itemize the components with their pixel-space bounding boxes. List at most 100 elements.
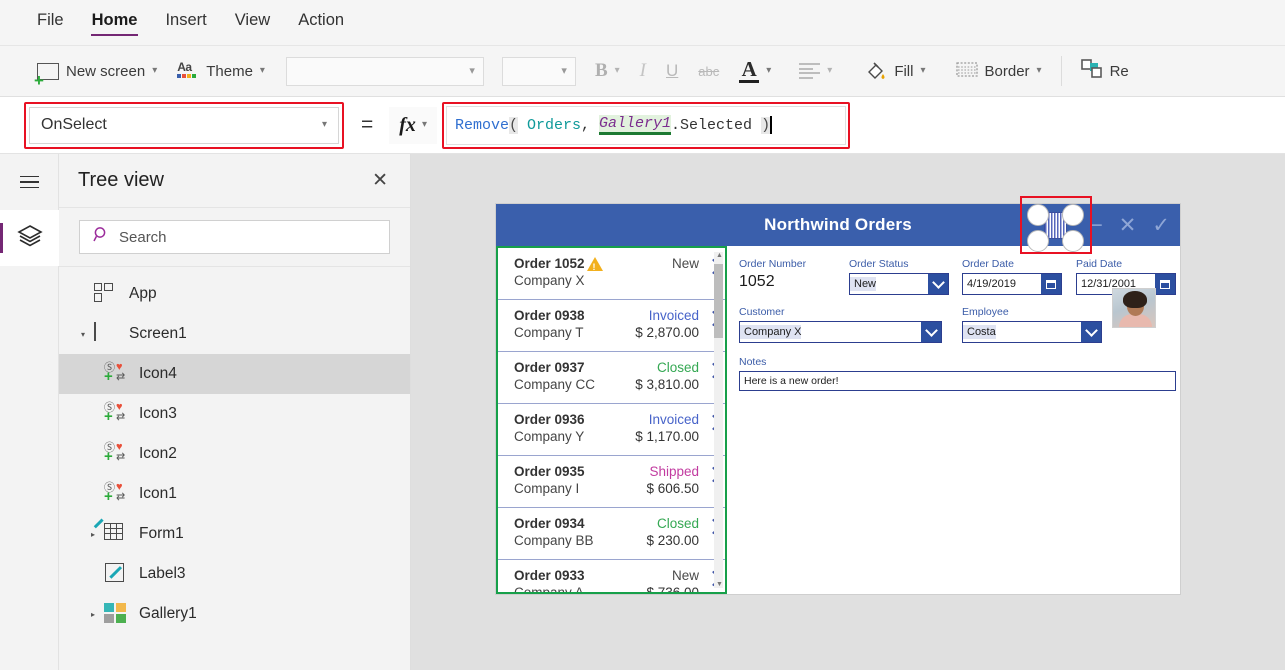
fill-bucket-icon: [866, 61, 887, 81]
chevron-down-icon: ▾: [561, 64, 567, 77]
gallery-item[interactable]: Order 0933 Company A New $ 736.00: [498, 560, 725, 594]
chevron-down-icon: ▾: [920, 65, 926, 76]
orders-gallery[interactable]: Order 1052 Company X New Order 0938 Comp…: [496, 246, 727, 594]
menu-item-file[interactable]: File: [36, 9, 65, 36]
confirm-icon[interactable]: ✓: [1152, 215, 1170, 236]
gallery-item[interactable]: Order 0938 Company T Invoiced $ 2,870.00: [498, 300, 725, 352]
scrollbar-thumb[interactable]: [714, 264, 723, 338]
app-header-actions: − ✕ ✓: [1091, 204, 1170, 246]
scroll-down-icon[interactable]: ▼: [716, 581, 723, 588]
tree-view-rail-button[interactable]: [0, 210, 59, 266]
tree-item-icon1[interactable]: Ⓢ ♥ + ⇄ Icon1: [59, 474, 410, 514]
search-icon: [93, 226, 110, 248]
screen-icon: [94, 322, 120, 345]
resize-handle-top-left[interactable]: [1027, 204, 1049, 226]
menu-item-insert[interactable]: Insert: [164, 9, 207, 36]
gallery-item[interactable]: Order 0935 Company I Shipped $ 606.50: [498, 456, 725, 508]
tree-item-gallery1[interactable]: ▸ Gallery1: [59, 594, 410, 634]
fx-button[interactable]: fx ▾: [389, 106, 437, 144]
gallery-item[interactable]: Order 0934 Company BB Closed $ 230.00: [498, 508, 725, 560]
new-screen-label: New screen: [66, 62, 146, 80]
twisty-collapsed-icon[interactable]: ▸: [82, 610, 104, 619]
calendar-icon[interactable]: [1041, 274, 1061, 294]
cancel-icon[interactable]: ✕: [1119, 215, 1137, 236]
order-number-value: 1052: [739, 273, 775, 290]
font-color-button[interactable]: A ▾: [730, 52, 780, 90]
strikethrough-button[interactable]: abc: [689, 52, 728, 90]
order-status-dropdown[interactable]: New: [849, 273, 949, 295]
employee-avatar: [1112, 288, 1156, 328]
menu-item-home[interactable]: Home: [90, 9, 139, 36]
menu-item-view[interactable]: View: [234, 9, 271, 36]
font-family-select[interactable]: ▾: [285, 56, 484, 86]
bold-button[interactable]: B ▾: [586, 52, 629, 90]
employee-value: Costa: [963, 325, 996, 339]
resize-handle-bottom-right[interactable]: [1062, 230, 1084, 252]
customer-dropdown[interactable]: Company X: [739, 321, 942, 343]
twisty-expanded-icon[interactable]: ▾: [72, 330, 94, 339]
app-canvas-area[interactable]: Northwind Orders − ✕ ✓ Order 1052 ! Comp…: [411, 154, 1285, 670]
underline-button[interactable]: U: [657, 52, 687, 90]
gallery-item[interactable]: Order 0936 Company Y Invoiced $ 1,170.00: [498, 404, 725, 456]
gallery-order-label: Order 1052: [514, 256, 585, 271]
notes-input[interactable]: Here is a new order!: [739, 371, 1176, 391]
tree-item-form1[interactable]: ▸ Form1: [59, 514, 410, 554]
resize-handle-bottom-left[interactable]: [1027, 230, 1049, 252]
employee-dropdown[interactable]: Costa: [962, 321, 1102, 343]
formula-token-close-paren: ): [761, 116, 771, 134]
formula-token-comma: ,: [581, 116, 600, 134]
search-input[interactable]: Search: [79, 220, 390, 254]
tree-item-icon4[interactable]: Ⓢ ♥ + ⇄ Icon4: [59, 354, 410, 394]
twisty-collapsed-icon[interactable]: ▸: [82, 530, 104, 539]
theme-button[interactable]: Aa Theme ▾: [168, 52, 274, 90]
chevron-down-icon[interactable]: [921, 322, 941, 342]
gallery-status-label: Closed: [656, 516, 699, 531]
order-date-field: Order Date 4/19/2019: [962, 258, 1062, 295]
tree-item-app[interactable]: App: [59, 274, 410, 314]
scroll-up-icon[interactable]: ▲: [716, 252, 723, 259]
notes-label: Notes: [739, 356, 767, 368]
tree-item-label3[interactable]: Label3: [59, 554, 410, 594]
gallery-scrollbar[interactable]: ▲ ▼: [714, 252, 723, 588]
tree-item-icon3[interactable]: Ⓢ ♥ + ⇄ Icon3: [59, 394, 410, 434]
tree-item-screen1[interactable]: ▾ Screen1: [59, 314, 410, 354]
gallery-order-label: Order 0937: [514, 360, 585, 375]
chevron-down-icon[interactable]: [928, 274, 948, 294]
resize-handle-top-right[interactable]: [1062, 204, 1084, 226]
reorder-button[interactable]: Re: [1072, 52, 1138, 90]
gallery-status-label: Shipped: [649, 464, 699, 479]
order-date-label: Order Date: [962, 258, 1014, 270]
menu-item-action[interactable]: Action: [297, 9, 345, 36]
chevron-down-icon: ▾: [152, 65, 158, 76]
align-button[interactable]: ▾: [790, 52, 841, 90]
fill-button[interactable]: Fill ▾: [857, 52, 934, 90]
warning-icon: [586, 256, 603, 276]
equals-sign: =: [361, 113, 374, 136]
tree-item-icon2[interactable]: Ⓢ ♥ + ⇄ Icon2: [59, 434, 410, 474]
formula-input[interactable]: Remove( Orders, Gallery1 .Selected ): [445, 105, 846, 145]
font-size-select[interactable]: ▾: [501, 56, 576, 86]
theme-icon: Aa: [177, 61, 199, 80]
property-select[interactable]: OnSelect ▾: [29, 106, 339, 144]
new-screen-button[interactable]: New screen ▾: [28, 52, 166, 90]
label-icon: [104, 563, 130, 585]
gallery-item[interactable]: Order 0937 Company CC Closed $ 3,810.00: [498, 352, 725, 404]
gallery-status-label: New: [671, 256, 699, 271]
italic-icon: I: [639, 60, 646, 81]
control-icon: Ⓢ ♥ + ⇄: [104, 401, 126, 425]
order-date-picker[interactable]: 4/19/2019: [962, 273, 1062, 295]
selection-handles[interactable]: [1022, 198, 1090, 252]
chevron-down-icon[interactable]: [1081, 322, 1101, 342]
hamburger-menu-button[interactable]: [0, 154, 59, 210]
gallery-item[interactable]: Order 1052 Company X New: [498, 248, 725, 300]
menu-bar: File Home Insert View Action: [0, 0, 1285, 46]
italic-button[interactable]: I: [631, 52, 655, 90]
formula-token-function: Remove: [454, 116, 509, 134]
minimize-icon[interactable]: −: [1091, 215, 1103, 236]
gallery-company-label: Company A: [514, 585, 584, 594]
calendar-icon[interactable]: [1155, 274, 1175, 294]
border-button[interactable]: Border ▾: [947, 52, 1051, 90]
hamburger-icon: [20, 175, 39, 189]
app-screen-preview: Northwind Orders − ✕ ✓ Order 1052 ! Comp…: [496, 196, 1180, 594]
close-icon[interactable]: ✕: [368, 169, 392, 192]
